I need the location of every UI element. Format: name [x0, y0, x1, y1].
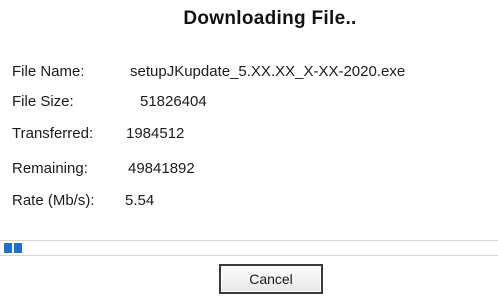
- file-name-label: File Name:: [12, 63, 85, 80]
- transferred-value: 1984512: [126, 125, 185, 142]
- rate-label: Rate (Mb/s):: [12, 192, 95, 209]
- file-size-label: File Size:: [12, 93, 74, 110]
- dialog-title: Downloading File..: [183, 8, 357, 29]
- transferred-label: Transferred:: [12, 125, 94, 142]
- progress-fill: [4, 243, 23, 253]
- file-size-value: 51826404: [140, 93, 207, 110]
- rate-value: 5.54: [125, 192, 155, 209]
- cancel-button[interactable]: Cancel: [219, 264, 323, 294]
- file-name-value: setupJKupdate_5.XX.XX_X-XX-2020.exe: [130, 63, 406, 80]
- download-progress-bar: [0, 240, 498, 256]
- remaining-label: Remaining:: [12, 160, 88, 177]
- download-dialog: Downloading File.. File Name: setupJKupd…: [0, 0, 498, 296]
- remaining-value: 49841892: [128, 160, 195, 177]
